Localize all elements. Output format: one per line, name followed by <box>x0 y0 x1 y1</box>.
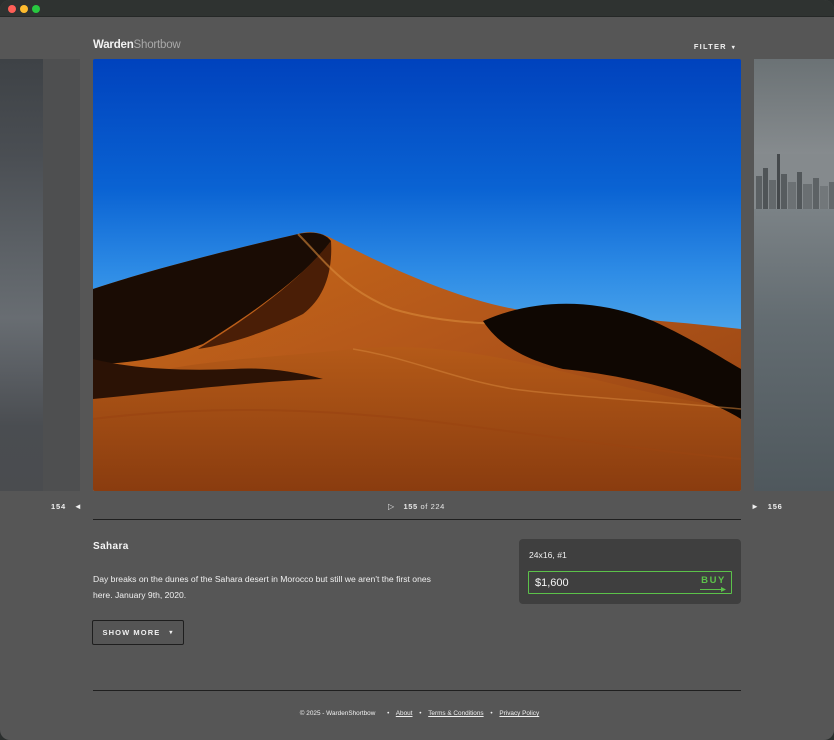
about-link[interactable]: About <box>396 710 413 717</box>
footer-divider <box>93 690 741 691</box>
buy-label: BUY <box>701 575 726 586</box>
total-photo-count: 224 <box>430 502 445 511</box>
purchase-card: 24x16, #1 $1,600 BUY <box>519 539 741 604</box>
show-more-button[interactable]: SHOW MORE ▾ <box>92 620 184 645</box>
maximize-window-button[interactable] <box>32 5 40 13</box>
terms-link[interactable]: Terms & Conditions <box>428 710 483 717</box>
divider <box>93 519 741 520</box>
current-photo-number: 155 <box>403 502 418 511</box>
next-photo-number: 156 <box>767 502 783 511</box>
arrow-right-icon: ► <box>751 502 760 511</box>
filter-label: FILTER <box>693 42 727 51</box>
show-more-label: SHOW MORE <box>102 628 161 637</box>
next-photo-skyline <box>754 154 834 214</box>
previous-photo-edge <box>43 59 80 491</box>
photo-description: Day breaks on the dunes of the Sahara de… <box>93 574 431 600</box>
footer: © 2025 - WardenShortbow • About • Terms … <box>0 710 834 717</box>
chevron-down-icon: ▾ <box>169 630 174 636</box>
logo-part-1: Warden <box>93 39 134 51</box>
privacy-link[interactable]: Privacy Policy <box>499 710 539 717</box>
title-bar <box>0 0 834 17</box>
sahara-dunes-image <box>93 59 741 491</box>
print-price: $1,600 <box>535 577 569 589</box>
chevron-down-icon: ▾ <box>731 45 736 51</box>
photo-counter: ▷ 155 of 224 <box>388 502 445 511</box>
next-photo-preview[interactable] <box>754 59 834 491</box>
arrow-right-icon <box>700 587 726 592</box>
buy-button[interactable]: $1,600 BUY <box>528 571 732 594</box>
arrow-left-icon: ◄ <box>73 502 83 511</box>
previous-photo-image <box>0 59 43 491</box>
counter-of-label: of <box>420 502 428 511</box>
next-photo-fog <box>754 209 834 491</box>
main-photo <box>93 59 741 491</box>
previous-photo-preview[interactable] <box>0 59 80 491</box>
filter-button[interactable]: FILTER ▾ <box>694 42 736 51</box>
copyright-text: © 2025 - WardenShortbow <box>299 710 376 717</box>
footer-separator: • <box>387 710 390 717</box>
site-logo[interactable]: WardenShortbow <box>93 39 181 51</box>
browser-window: WardenShortbow FILTER ▾ 154 ◄ ▷ 155 of 2… <box>0 0 834 740</box>
play-icon[interactable]: ▷ <box>388 502 395 511</box>
next-photo-button[interactable]: ► 156 <box>751 502 783 511</box>
previous-photo-number: 154 <box>51 502 66 511</box>
footer-separator: • <box>419 710 422 717</box>
minimize-window-button[interactable] <box>20 5 28 13</box>
footer-separator: • <box>490 710 493 717</box>
photo-title: Sahara <box>93 541 129 552</box>
previous-photo-button[interactable]: 154 ◄ <box>51 502 83 511</box>
print-edition: 24x16, #1 <box>529 550 567 560</box>
close-window-button[interactable] <box>8 5 16 13</box>
next-photo-sky <box>754 59 834 154</box>
logo-part-2: Shortbow <box>133 39 181 51</box>
